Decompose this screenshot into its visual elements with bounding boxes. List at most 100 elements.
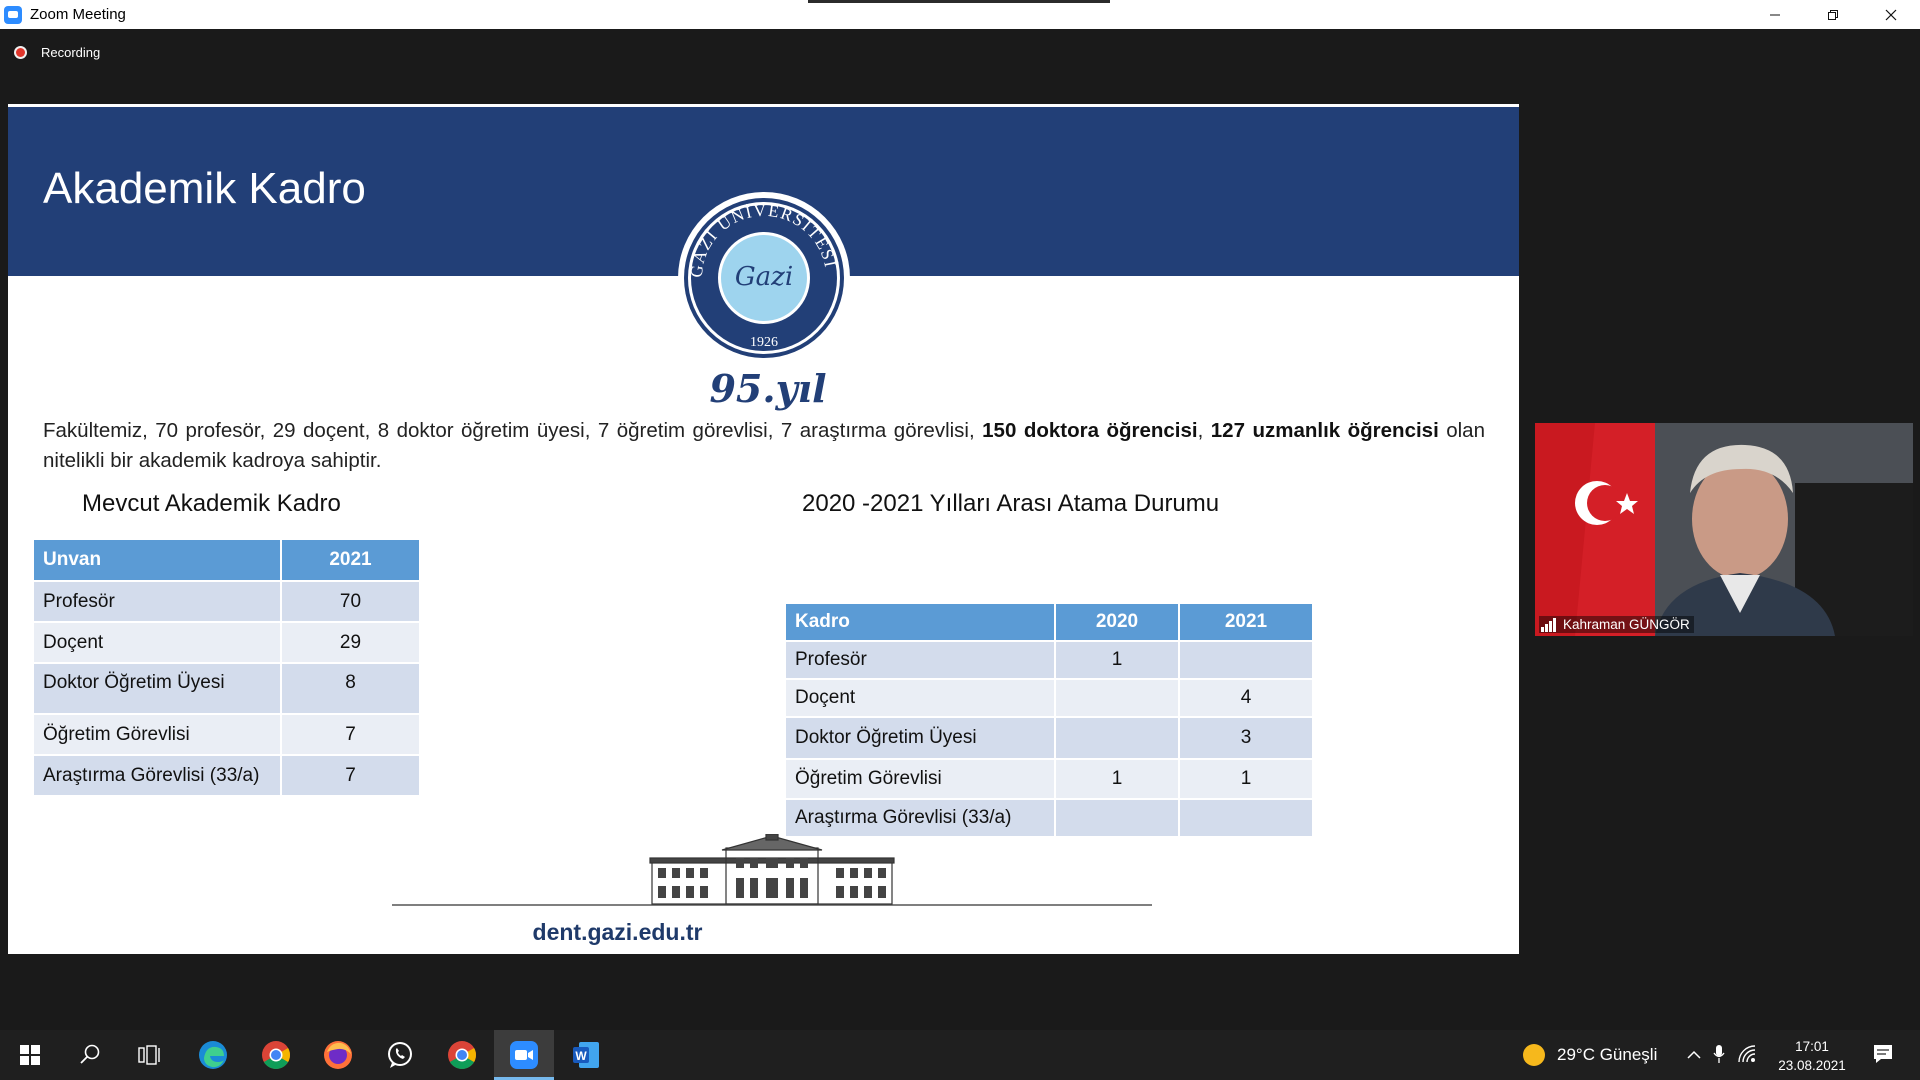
table-header-row: Kadro 2020 2021 (786, 604, 1312, 640)
table-cell (1056, 680, 1178, 716)
table-cell: Doktor Öğretim Üyesi (786, 718, 1054, 758)
task-view-button[interactable] (130, 1035, 170, 1075)
table-row: Profesör 1 (786, 642, 1312, 678)
table-cell: Doçent (34, 623, 280, 662)
table-cell (1180, 642, 1312, 678)
table-header-cell: Unvan (34, 540, 280, 580)
table-cell: Doktor Öğretim Üyesi (34, 664, 280, 713)
participant-name-tag: Kahraman GÜNGÖR (1539, 616, 1694, 633)
svg-text:W: W (575, 1049, 587, 1063)
logo-year: 1926 (750, 335, 778, 350)
table-row: Öğretim Görevlisi 7 (34, 715, 419, 754)
meeting-area: Recording Akademik Kadro GAZİ ÜNİVERSİTE… (0, 29, 1920, 1030)
minimize-icon (1770, 14, 1780, 15)
table-cell: Öğretim Görevlisi (786, 760, 1054, 798)
table-cell: Araştırma Görevlisi (33/a) (34, 756, 280, 795)
table-row: Doçent 29 (34, 623, 419, 662)
logo-center-text: Gazi (735, 262, 793, 292)
table-cell: Profesör (34, 582, 280, 621)
anniversary-mark: 95.yıl (709, 366, 826, 411)
table-row: Doçent 4 (786, 680, 1312, 716)
slide-title: Akademik Kadro (43, 164, 366, 213)
edge-icon (199, 1041, 227, 1069)
weather-text: 29°C Güneşli (1557, 1045, 1658, 1064)
table-cell: 3 (1180, 718, 1312, 758)
table-cell: 4 (1180, 680, 1312, 716)
minimize-button[interactable] (1746, 0, 1804, 29)
anniversary-text: 95.yıl (709, 366, 826, 411)
meeting-controls-handle[interactable] (808, 0, 1110, 3)
recording-indicator[interactable]: Recording (14, 45, 100, 60)
table-cell: 29 (282, 623, 419, 662)
table-header-cell: Kadro (786, 604, 1054, 640)
participant-name: Kahraman GÜNGÖR (1563, 617, 1690, 632)
gazi-university-logo: GAZİ ÜNİVERSİTESİ Gazi 1926 (678, 192, 850, 364)
window-title: Zoom Meeting (30, 6, 126, 23)
table-cell: Öğretim Görevlisi (34, 715, 280, 754)
close-button[interactable] (1862, 0, 1920, 29)
table-header-row: Unvan 2021 (34, 540, 419, 580)
sun-icon (1523, 1044, 1545, 1066)
windows-start-button[interactable] (10, 1035, 50, 1075)
recording-icon (14, 46, 27, 59)
zoom-icon (4, 5, 22, 24)
table-row: Öğretim Görevlisi 1 1 (786, 760, 1312, 798)
taskbar-app-chrome[interactable] (256, 1035, 296, 1075)
table-row: Profesör 70 (34, 582, 419, 621)
faculty-building-illustration (392, 834, 1152, 906)
taskbar-app-edge[interactable] (193, 1035, 233, 1075)
window-title-bar: Zoom Meeting (0, 0, 1920, 29)
website-link: dent.gazi.edu.tr (532, 919, 703, 945)
notification-icon[interactable] (1872, 1043, 1894, 1065)
clock-date: 23.08.2021 (1778, 1058, 1846, 1073)
taskbar-app-chrome-2[interactable] (442, 1035, 482, 1075)
search-icon (80, 1044, 100, 1064)
taskbar-app-word[interactable]: W (566, 1035, 606, 1075)
task-view-icon (138, 1045, 160, 1065)
search-button[interactable] (70, 1035, 110, 1075)
taskbar-app-firefox[interactable] (318, 1035, 358, 1075)
zoom-icon (510, 1041, 538, 1069)
chevron-up-icon[interactable] (1687, 1048, 1701, 1062)
right-table-heading: 2020 -2021 Yılları Arası Atama Durumu (802, 490, 1220, 517)
table-cell (1180, 800, 1312, 836)
left-table-heading: Mevcut Akademik Kadro (82, 490, 341, 517)
table-cell: 7 (282, 715, 419, 754)
chrome-icon (448, 1041, 476, 1069)
table-cell: Profesör (786, 642, 1054, 678)
table-row: Doktor Öğretim Üyesi 8 (34, 664, 419, 713)
table-cell: 70 (282, 582, 419, 621)
weather-widget[interactable]: 29°C Güneşli (1523, 1044, 1657, 1066)
shared-slide: Akademik Kadro GAZİ ÜNİVERSİTESİ Gazi 19… (8, 104, 1519, 954)
windows-taskbar: W 29°C Güneşli 17:01 23.08.2021 (0, 1030, 1920, 1080)
taskbar-app-zoom[interactable] (504, 1035, 544, 1075)
restore-icon (1828, 9, 1838, 20)
table-cell: Doçent (786, 680, 1054, 716)
firefox-icon (324, 1041, 352, 1069)
table-cell: 1 (1056, 642, 1178, 678)
intro-paragraph: Fakültemiz, 70 profesör, 29 doçent, 8 do… (43, 419, 1485, 472)
table-cell: 1 (1056, 760, 1178, 798)
table-cell (1056, 718, 1178, 758)
chrome-icon (262, 1041, 290, 1069)
table-row: Araştırma Görevlisi (33/a) (786, 800, 1312, 836)
appointment-status-table: Kadro 2020 2021 Profesör 1 Doçent 4 Dokt (784, 602, 1314, 838)
table-row: Araştırma Görevlisi (33/a) 7 (34, 756, 419, 795)
table-header-cell: 2021 (1180, 604, 1312, 640)
microphone-icon[interactable] (1713, 1044, 1725, 1064)
taskbar-app-whatsapp[interactable] (380, 1035, 420, 1075)
participant-video-frame (1535, 423, 1913, 636)
clock-time: 17:01 (1795, 1039, 1829, 1054)
whatsapp-icon (388, 1042, 412, 1068)
table-header-cell: 2020 (1056, 604, 1178, 640)
table-cell: 1 (1180, 760, 1312, 798)
network-icon[interactable] (1738, 1045, 1756, 1063)
word-icon: W (573, 1042, 599, 1068)
participant-video[interactable]: Kahraman GÜNGÖR (1535, 423, 1913, 636)
taskbar-clock[interactable]: 17:01 23.08.2021 (1772, 1037, 1852, 1075)
recording-label: Recording (41, 45, 101, 60)
table-header-cell: 2021 (282, 540, 419, 580)
windows-start-icon (20, 1045, 40, 1065)
restore-button[interactable] (1804, 0, 1862, 29)
signal-bars-icon (1541, 618, 1557, 632)
